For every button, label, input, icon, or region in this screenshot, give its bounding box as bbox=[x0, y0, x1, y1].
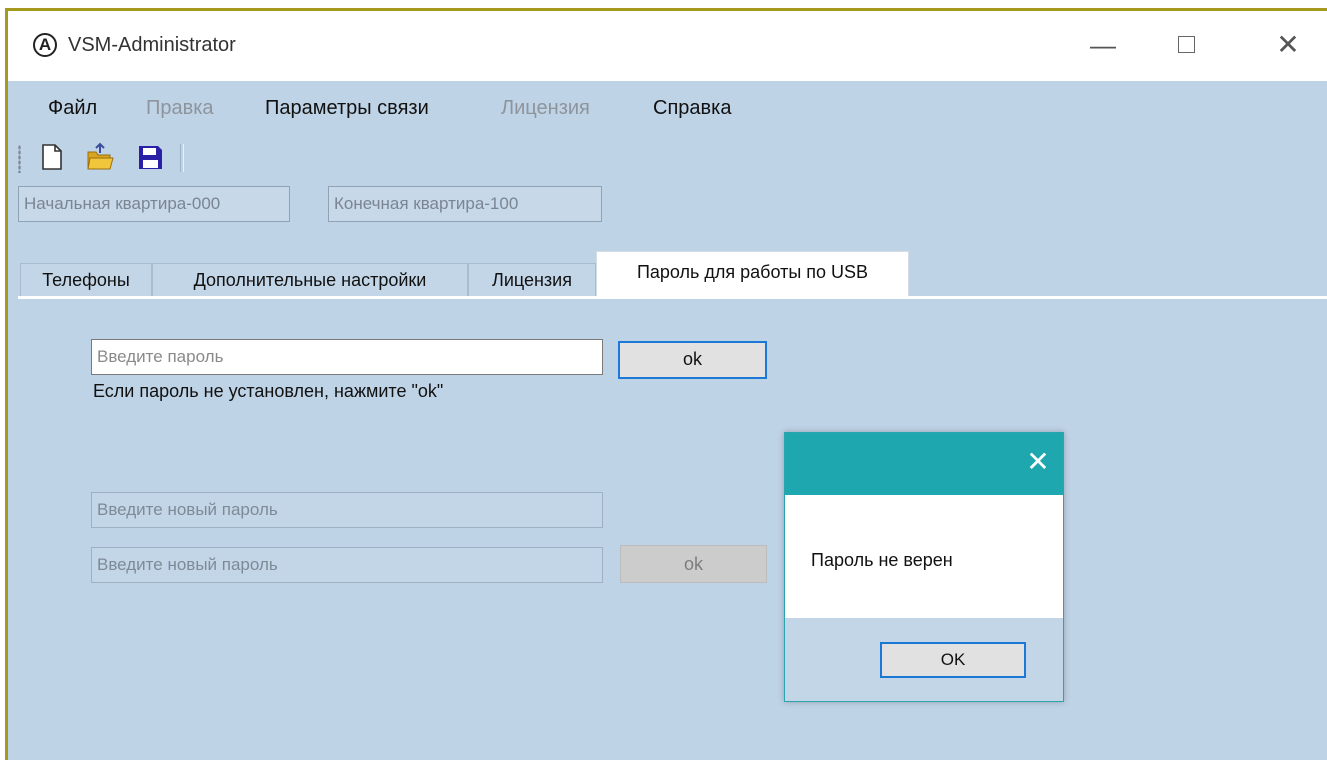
toolbar-separator bbox=[180, 144, 184, 172]
tab-phones[interactable]: Телефоны bbox=[20, 263, 152, 296]
menu-edit[interactable]: Правка bbox=[146, 97, 214, 120]
dialog-title-bar: ✕ bbox=[785, 433, 1063, 495]
new-password-ok-button[interactable]: ok bbox=[620, 545, 767, 583]
menu-help[interactable]: Справка bbox=[653, 97, 731, 120]
password-hint: Если пароль не установлен, нажмите "ok" bbox=[93, 381, 444, 401]
start-apartment-field: Начальная квартира-000 bbox=[18, 186, 290, 222]
menu-connection-settings[interactable]: Параметры связи bbox=[265, 97, 429, 120]
tab-strip: Телефоны Дополнительные настройки Лиценз… bbox=[8, 251, 1327, 296]
toolbar bbox=[8, 137, 1327, 177]
menu-bar: Файл Правка Параметры связи Лицензия Спр… bbox=[8, 81, 1327, 137]
tab-advanced-settings[interactable]: Дополнительные настройки bbox=[152, 263, 468, 296]
tab-usb-password[interactable]: Пароль для работы по USB bbox=[596, 251, 909, 296]
password-ok-button[interactable]: ok bbox=[618, 341, 767, 379]
menu-file[interactable]: Файл bbox=[48, 97, 97, 120]
minimize-button[interactable]: — bbox=[1080, 25, 1126, 65]
maximize-button[interactable] bbox=[1178, 36, 1195, 53]
new-file-icon[interactable] bbox=[38, 142, 66, 172]
tab-license[interactable]: Лицензия bbox=[468, 263, 596, 296]
window-title: VSM-Administrator bbox=[68, 34, 236, 56]
confirm-new-password-input[interactable]: Введите новый пароль bbox=[91, 547, 603, 583]
save-icon[interactable] bbox=[136, 142, 164, 172]
close-window-button[interactable]: ✕ bbox=[1265, 25, 1311, 65]
app-logo-icon: A bbox=[33, 33, 57, 57]
open-folder-icon[interactable] bbox=[86, 142, 114, 172]
dialog-footer: OK bbox=[785, 618, 1063, 701]
main-window: A VSM-Administrator — ✕ Файл Правка Пара… bbox=[5, 8, 1327, 760]
toolbar-grip[interactable] bbox=[18, 145, 21, 173]
end-apartment-field: Конечная квартира-100 bbox=[328, 186, 602, 222]
usb-password-panel: Введите пароль ok Если пароль не установ… bbox=[18, 296, 1327, 760]
password-input[interactable]: Введите пароль bbox=[91, 339, 603, 375]
dialog-close-icon[interactable]: ✕ bbox=[1023, 447, 1053, 477]
dialog-ok-button[interactable]: OK bbox=[880, 642, 1026, 678]
dialog-message: Пароль не верен bbox=[811, 550, 953, 570]
error-dialog: ✕ Пароль не верен OK bbox=[784, 432, 1064, 702]
new-password-input[interactable]: Введите новый пароль bbox=[91, 492, 603, 528]
title-bar: A VSM-Administrator — ✕ bbox=[8, 11, 1327, 81]
dialog-body: Пароль не верен bbox=[785, 495, 1063, 618]
menu-license[interactable]: Лицензия bbox=[501, 97, 590, 120]
